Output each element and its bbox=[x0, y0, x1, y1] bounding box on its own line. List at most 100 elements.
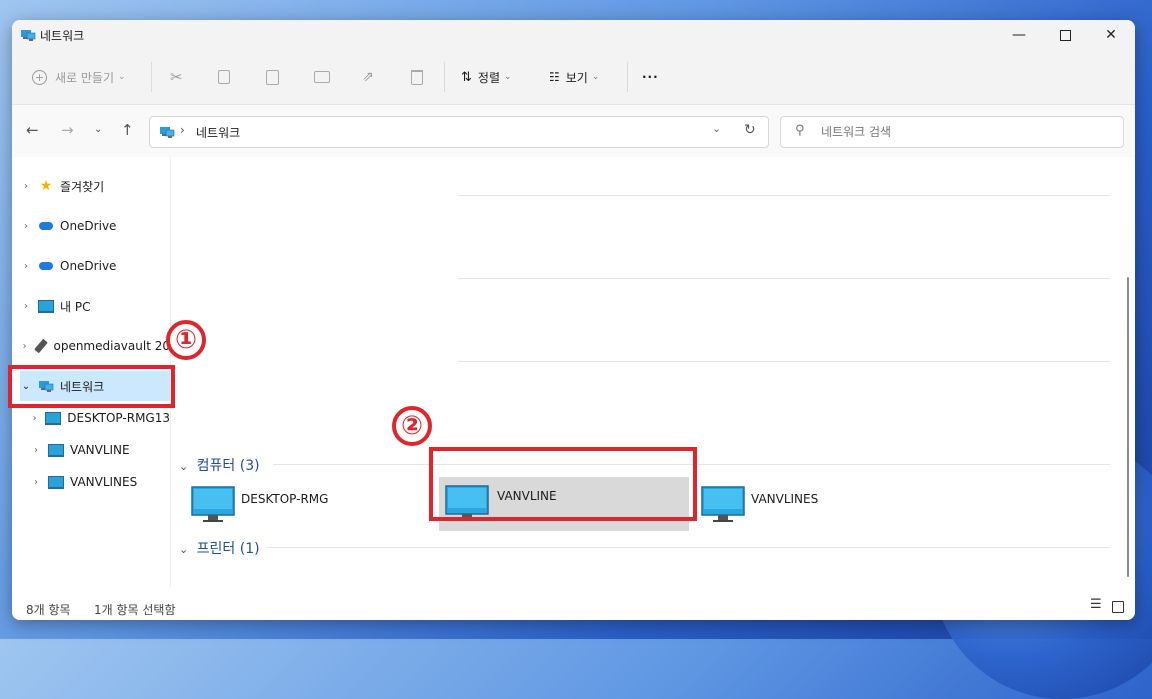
monitor-icon bbox=[48, 474, 64, 490]
divider bbox=[458, 278, 1110, 279]
sidebar-item-vanvlines[interactable]: › VANVLINES bbox=[30, 467, 170, 497]
toolbar-divider bbox=[444, 62, 445, 92]
search-icon: ⚲ bbox=[795, 123, 805, 138]
address-bar[interactable]: › 네트워크 ⌄ ↻ bbox=[149, 116, 769, 148]
chevron-down-icon: ⌄ bbox=[504, 72, 512, 82]
arrow-left-icon: ← bbox=[26, 121, 39, 139]
trash-icon bbox=[411, 69, 423, 85]
chevron-right-icon: › bbox=[34, 444, 38, 456]
minimize-button[interactable]: — bbox=[996, 20, 1042, 50]
item-count: 8개 항목 bbox=[26, 603, 71, 617]
refresh-icon[interactable]: ↻ bbox=[744, 122, 756, 138]
cut-button[interactable]: ✂ bbox=[170, 66, 183, 88]
share-button[interactable]: ⇗ bbox=[362, 66, 374, 88]
arrow-up-icon: ↑ bbox=[121, 121, 134, 139]
group-header-printers[interactable]: ⌄ 프린터 (1) bbox=[179, 538, 260, 558]
sidebar-item-vanvline[interactable]: › VANVLINE bbox=[30, 435, 170, 465]
scrollbar-thumb[interactable] bbox=[1127, 277, 1129, 577]
command-bar: + 새로 만들기 ⌄ ✂ ⇗ ⇅ 정렬 ⌄ ☷ 보기 ⌄ ··· bbox=[12, 50, 1135, 105]
annotation-box-network bbox=[8, 365, 175, 408]
chevron-down-icon: ⌄ bbox=[179, 460, 189, 473]
close-button[interactable]: ✕ bbox=[1088, 20, 1134, 50]
sidebar-item-this-pc[interactable]: › 내 PC bbox=[20, 291, 170, 321]
annotation-number-2: ② bbox=[392, 406, 432, 446]
more-options-button[interactable]: ··· bbox=[642, 66, 659, 88]
computer-tile-desktop-rmg[interactable]: DESKTOP-RMG bbox=[189, 482, 441, 532]
chevron-right-icon: › bbox=[24, 180, 28, 192]
search-input[interactable] bbox=[819, 122, 1113, 142]
network-icon bbox=[159, 124, 175, 143]
chevron-right-icon: › bbox=[34, 476, 38, 488]
details-view-icon[interactable]: ☰ bbox=[1090, 597, 1102, 612]
computer-name: DESKTOP-RMG bbox=[241, 492, 329, 506]
computer-name: VANVLINES bbox=[751, 492, 819, 506]
maximize-button[interactable] bbox=[1042, 20, 1088, 50]
sort-icon: ⇅ bbox=[461, 69, 472, 85]
scissors-icon: ✂ bbox=[170, 68, 183, 86]
group-label: 컴퓨터 (3) bbox=[196, 458, 260, 474]
chevron-right-icon: › bbox=[22, 340, 27, 352]
content-pane: ⌄ 컴퓨터 (3) DESKTOP-RMG VANVLINE VANVLINES… bbox=[171, 157, 1123, 587]
vertical-scrollbar[interactable] bbox=[1123, 157, 1135, 587]
group-label: 프린터 (1) bbox=[196, 541, 260, 557]
recent-locations-button[interactable]: ⌄ bbox=[94, 124, 102, 135]
title-bar: 네트워크 — ✕ bbox=[12, 20, 1135, 50]
sort-label: 정렬 bbox=[477, 70, 500, 85]
toolbar-divider bbox=[151, 62, 152, 92]
divider bbox=[458, 361, 1110, 362]
clipboard-icon bbox=[266, 69, 279, 85]
view-label: 보기 bbox=[565, 70, 588, 85]
plus-icon: + bbox=[32, 69, 47, 85]
monitor-icon bbox=[48, 442, 64, 458]
sidebar-item-favorites[interactable]: › ★ 즐겨찾기 bbox=[20, 171, 170, 201]
minimize-icon: — bbox=[1012, 27, 1026, 43]
breadcrumb-network[interactable]: 네트워크 bbox=[196, 124, 240, 141]
view-icon: ☷ bbox=[549, 70, 560, 84]
chevron-down-icon: ⌄ bbox=[591, 72, 600, 82]
sidebar-item-label: VANVLINES bbox=[70, 475, 138, 489]
new-button[interactable]: + 새로 만들기 ⌄ bbox=[32, 66, 126, 88]
paste-button[interactable] bbox=[266, 66, 279, 88]
star-icon: ★ bbox=[39, 178, 53, 194]
network-icon bbox=[20, 27, 36, 46]
sidebar-item-label: DESKTOP-RMG13 bbox=[67, 411, 170, 425]
back-button[interactable]: ← bbox=[26, 121, 39, 139]
chevron-down-icon[interactable]: ⌄ bbox=[712, 122, 721, 135]
delete-button[interactable] bbox=[411, 66, 423, 88]
rename-icon bbox=[314, 71, 330, 83]
copy-button[interactable] bbox=[218, 66, 230, 88]
up-button[interactable]: ↑ bbox=[121, 121, 134, 139]
monitor-icon bbox=[45, 410, 62, 426]
new-label: 새로 만들기 bbox=[55, 70, 115, 85]
sidebar-item-onedrive-2[interactable]: › OneDrive bbox=[20, 251, 170, 281]
search-box[interactable]: ⚲ bbox=[780, 116, 1124, 148]
annotation-box-vanvline bbox=[429, 447, 697, 521]
group-header-computers[interactable]: ⌄ 컴퓨터 (3) bbox=[179, 455, 260, 475]
arrow-right-icon: → bbox=[61, 121, 74, 139]
chevron-right-icon: › bbox=[24, 220, 28, 232]
computer-tile-vanvlines[interactable]: VANVLINES bbox=[699, 482, 951, 532]
sort-button[interactable]: ⇅ 정렬 ⌄ bbox=[461, 66, 512, 88]
view-button[interactable]: ☷ 보기 ⌄ bbox=[549, 66, 599, 88]
divider bbox=[267, 547, 1110, 548]
sidebar-item-openmediavault[interactable]: › openmediavault 20 bbox=[20, 331, 170, 361]
sidebar-item-label: OneDrive bbox=[60, 219, 117, 233]
rename-button[interactable] bbox=[314, 66, 330, 88]
monitor-icon bbox=[191, 486, 235, 522]
tiles-view-icon[interactable] bbox=[1112, 601, 1124, 613]
sidebar-item-label: 즐겨찾기 bbox=[60, 179, 105, 194]
chevron-right-icon: › bbox=[24, 300, 28, 312]
sidebar-item-label: openmediavault 20 bbox=[53, 339, 170, 353]
sidebar-item-label: 내 PC bbox=[60, 299, 91, 314]
forward-button[interactable]: → bbox=[61, 121, 74, 139]
chevron-down-icon: ⌄ bbox=[179, 543, 189, 556]
maximize-icon bbox=[1059, 29, 1071, 41]
sidebar-item-onedrive[interactable]: › OneDrive bbox=[20, 211, 170, 241]
chevron-down-icon: ⌄ bbox=[118, 72, 126, 82]
sidebar-item-label: VANVLINE bbox=[70, 443, 130, 457]
chevron-right-icon: › bbox=[24, 260, 28, 272]
status-bar: 8개 항목 1개 항목 선택함 ☰ bbox=[12, 587, 1135, 620]
address-row: ← → ⌄ ↑ › 네트워크 ⌄ ↻ ⚲ bbox=[12, 105, 1135, 157]
share-icon: ⇗ bbox=[362, 69, 374, 85]
window-title: 네트워크 bbox=[40, 29, 85, 43]
